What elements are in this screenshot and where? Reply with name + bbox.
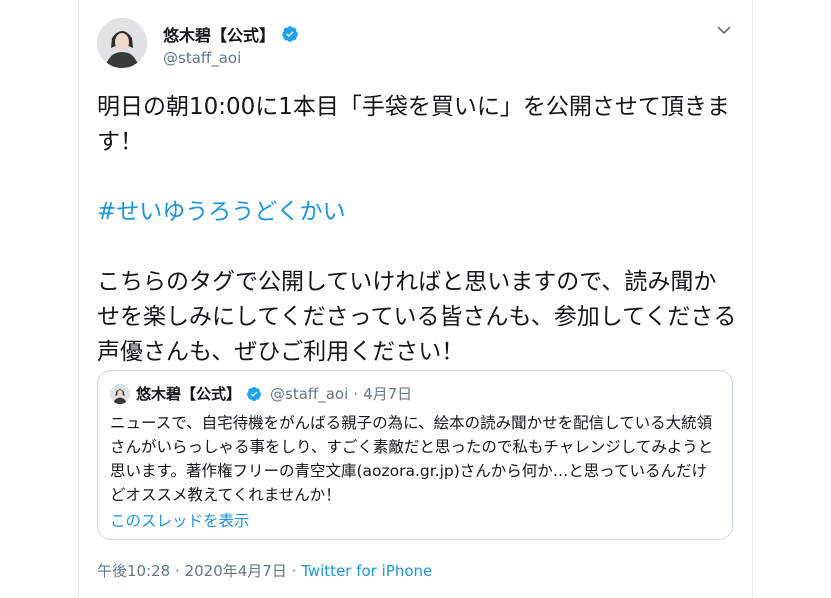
tweet-card: 悠木碧【公式】 @staff_aoi 明日の朝10:00に1本目「手袋を買いに」…: [78, 0, 753, 598]
tweet-text-part1: 明日の朝10:00に1本目「手袋を買いに」を公開させて頂きます！: [97, 94, 730, 155]
tweet-text-part2: こちらのタグで公開していければと思いますので、読み聞かせを楽しみにしてくださって…: [97, 269, 737, 365]
quoted-tweet[interactable]: 悠木碧【公式】 @staff_aoi · 4月7日 ニュースで、自宅待機をがんば…: [97, 370, 733, 540]
quoted-header: 悠木碧【公式】 @staff_aoi · 4月7日: [110, 383, 412, 404]
author-handle[interactable]: @staff_aoi: [163, 49, 241, 67]
author-name[interactable]: 悠木碧【公式】: [163, 22, 275, 46]
show-thread-link[interactable]: このスレッドを表示: [110, 509, 250, 531]
tweet-text: 明日の朝10:00に1本目「手袋を買いに」を公開させて頂きます！ #せいゆうろう…: [97, 90, 737, 370]
tweet-meta: 午後10:28 · 2020年4月7日 · Twitter for iPhone: [97, 560, 432, 581]
quoted-avatar: [110, 383, 130, 404]
quoted-separator: ·: [353, 384, 359, 403]
quoted-date: 4月7日: [363, 385, 413, 403]
meta-separator-2: ·: [291, 562, 297, 580]
tweet-time[interactable]: 午後10:28: [97, 562, 170, 580]
avatar[interactable]: [97, 18, 147, 68]
quoted-author-name: 悠木碧【公式】: [136, 385, 242, 403]
verified-badge-icon: [247, 386, 262, 401]
meta-separator-1: ·: [175, 562, 180, 580]
quoted-handle: @staff_aoi: [270, 384, 349, 403]
tweet-source-link[interactable]: Twitter for iPhone: [301, 562, 432, 580]
quoted-text: ニュースで、自宅待機をがんばる親子の為に、絵本の読み聞かせを配信している大統領さ…: [110, 414, 714, 504]
hashtag-link[interactable]: #せいゆうろうどくかい: [97, 199, 346, 225]
author-row: 悠木碧【公式】: [163, 22, 299, 46]
tweet-date[interactable]: 2020年4月7日: [185, 562, 287, 580]
chevron-down-icon[interactable]: [716, 22, 732, 38]
verified-badge-icon: [282, 26, 298, 42]
